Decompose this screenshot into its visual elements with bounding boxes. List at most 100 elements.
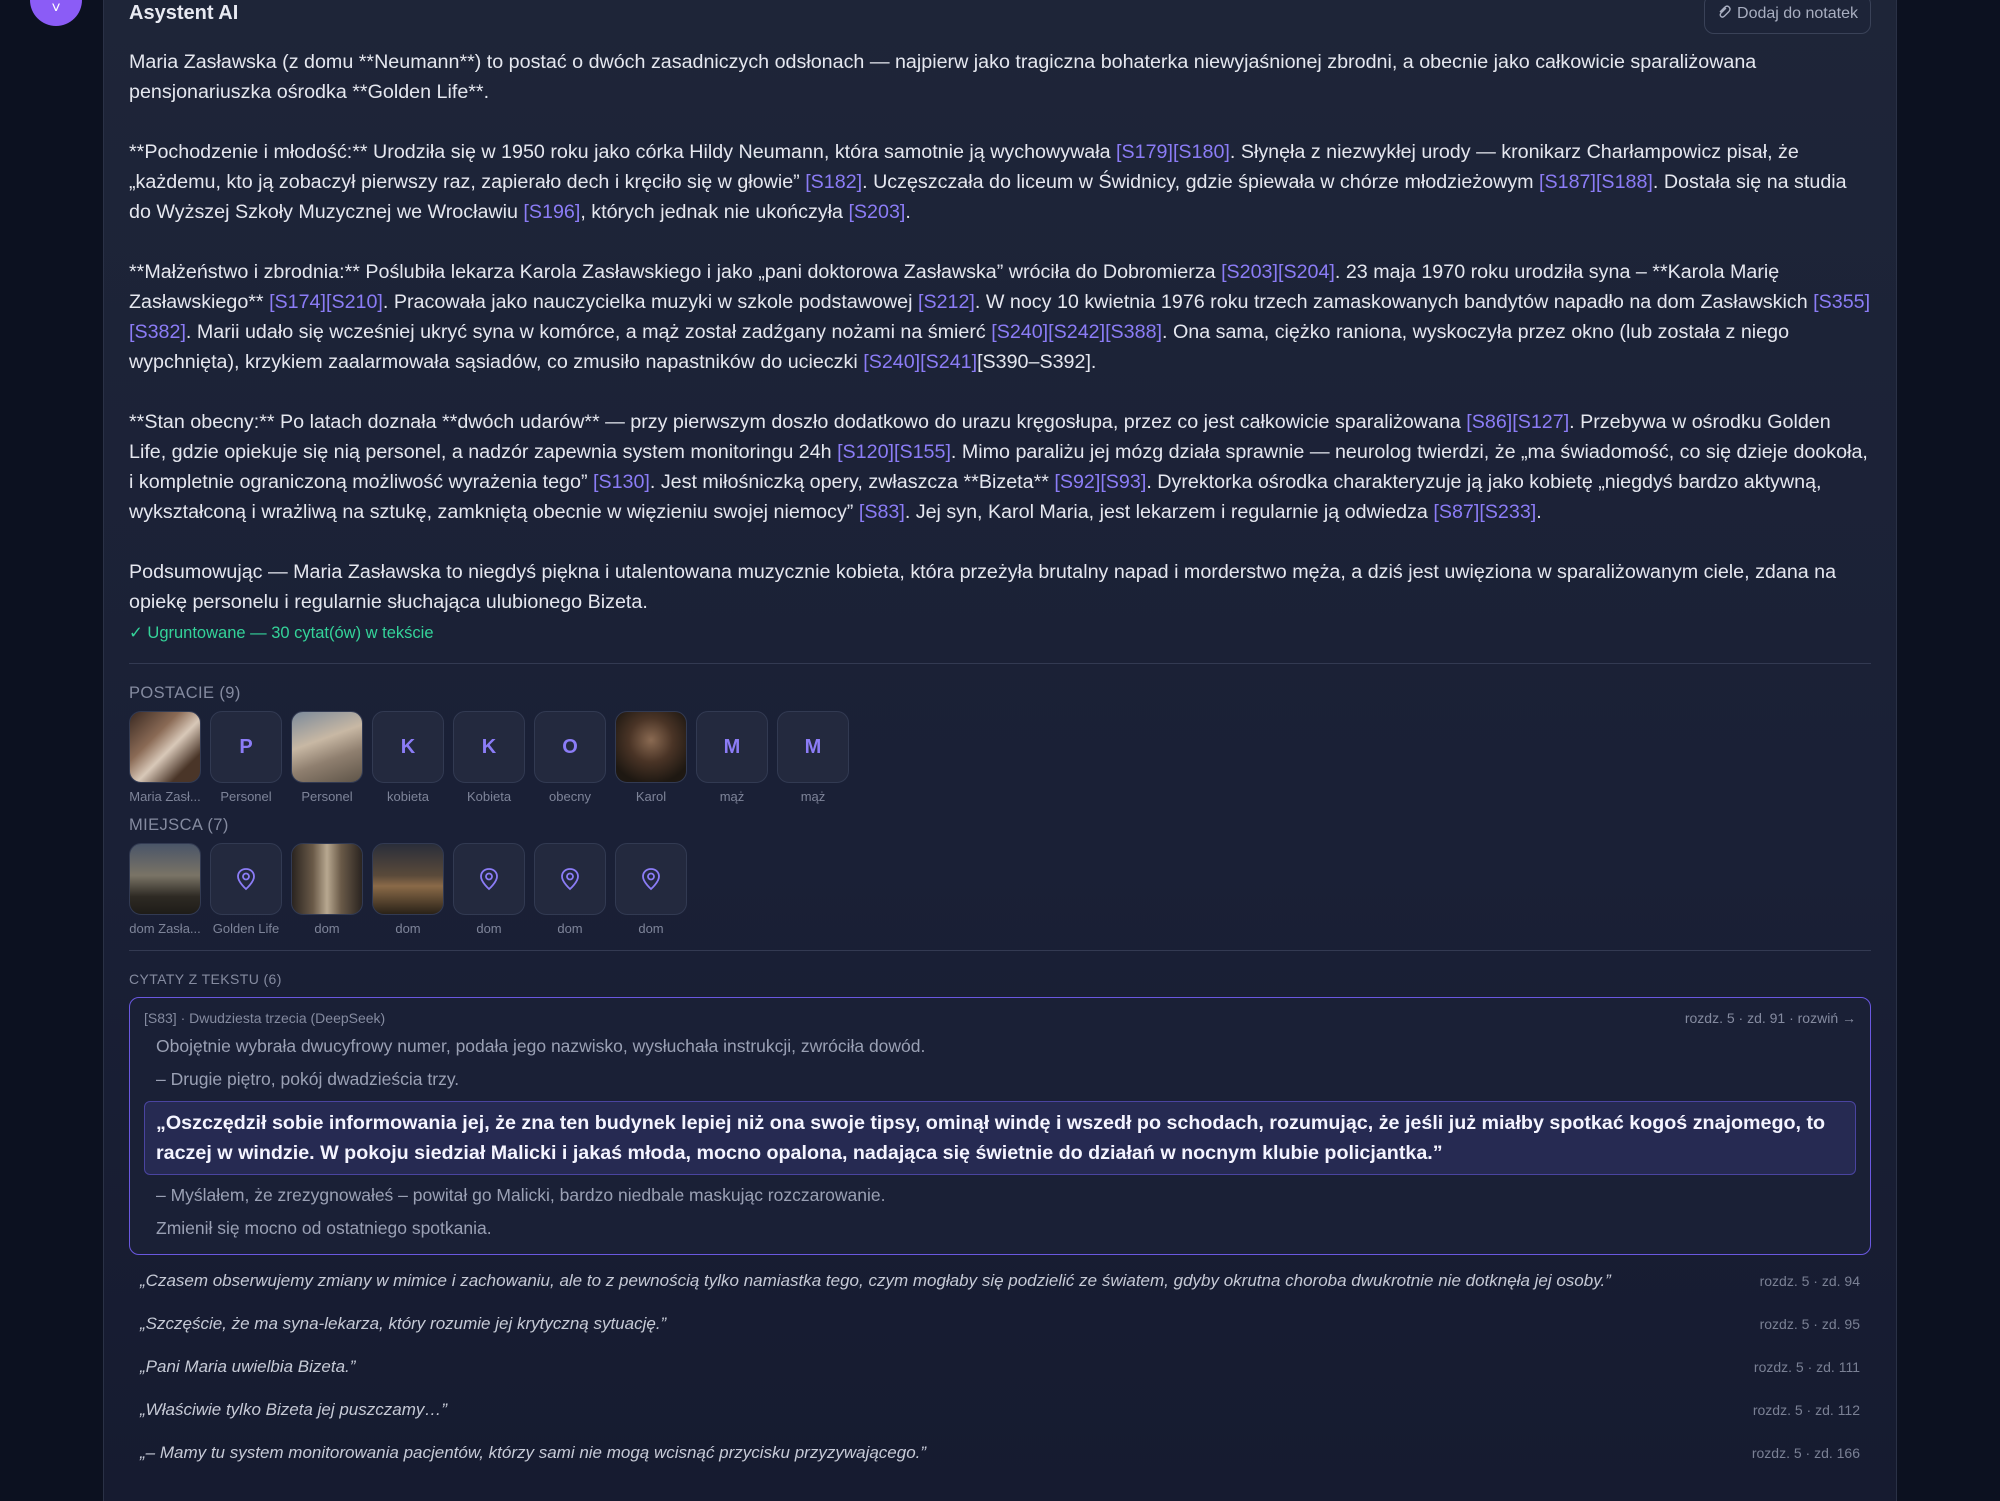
character-name: obecny — [549, 789, 591, 804]
citation-link[interactable]: [S130] — [593, 471, 650, 493]
character-tile[interactable]: Mmąż — [777, 711, 849, 804]
quote-location: rozdz. 5 · zd. 166 — [1751, 1445, 1860, 1461]
citation-link[interactable]: [S212] — [918, 291, 975, 313]
character-initial: O — [534, 711, 606, 783]
answer-text: . Jest miłośniczką opery, zwłaszcza **Bi… — [649, 471, 1055, 493]
character-name: kobieta — [387, 789, 429, 804]
citation-link[interactable]: [S83] — [859, 501, 905, 523]
place-tile[interactable]: dom Zasła... — [129, 843, 201, 936]
chevron-down-icon: ˅ — [51, 0, 61, 17]
place-name: dom — [638, 921, 664, 936]
answer-text: . Uczęszczała do liceum w Świdnicy, gdzi… — [862, 171, 1540, 193]
character-name: Personel — [301, 789, 353, 804]
character-initial: K — [453, 711, 525, 783]
answer-text: , których jednak nie ukończyła — [580, 201, 849, 223]
character-tile[interactable]: K Kobieta — [453, 711, 525, 804]
citation-link[interactable]: [S240][S242][S388] — [991, 321, 1162, 343]
place-name: Golden Life — [212, 921, 280, 936]
answer-intro: Maria Zasławska (z domu **Neumann**) to … — [129, 51, 1757, 103]
expanded-quote[interactable]: [S83] · Dwudziesta trzecia (DeepSeek) ro… — [129, 997, 1871, 1255]
character-tile[interactable]: Mmąż — [696, 711, 768, 804]
quote-item[interactable]: „Właściwie tylko Bizeta jej puszczamy…” r… — [129, 1400, 1871, 1427]
quote-context-before: – Drugie piętro, pokój dwadzieścia trzy. — [156, 1069, 460, 1089]
quote-item[interactable]: „Szczęście, że ma syna-lekarza, który ro… — [129, 1314, 1871, 1341]
place-tile[interactable]: dom — [615, 843, 687, 936]
location-pin-icon — [534, 843, 606, 915]
place-tile[interactable]: Golden Life — [210, 843, 282, 936]
add-to-notes-label: Dodaj do notatek — [1737, 5, 1858, 22]
quote-text: „– Mamy tu system monitorowania pacjentó… — [140, 1443, 927, 1462]
character-name: mąż — [719, 789, 745, 804]
quote-list: „Czasem obserwujemy zmiany w mimice i za… — [129, 1271, 1871, 1470]
citation-link[interactable]: [S203][S204] — [1221, 261, 1335, 283]
quotes-label: CYTATY Z TEKSTU (6) — [129, 971, 282, 987]
place-photo — [291, 843, 363, 915]
divider — [129, 950, 1871, 951]
character-tile[interactable]: Maria Zasł... — [129, 711, 201, 804]
quote-item[interactable]: „Pani Maria uwielbia Bizeta.” rozdz. 5 · … — [129, 1357, 1871, 1384]
character-tile[interactable]: Kkobieta — [372, 711, 444, 804]
character-tile[interactable]: P Personel — [210, 711, 282, 804]
character-initial: K — [372, 711, 444, 783]
citation-link[interactable]: [S92][S93] — [1054, 471, 1146, 493]
paperclip-icon — [1717, 4, 1731, 25]
place-tile[interactable]: dom — [453, 843, 525, 936]
character-initial: P — [210, 711, 282, 783]
citation-link[interactable]: [S87][S233] — [1433, 501, 1536, 523]
citation-link[interactable]: [S203] — [848, 201, 905, 223]
quote-expand-link[interactable]: rozdz. 5 · zd. 91 · rozwiń → — [1685, 1010, 1856, 1026]
character-name: mąż — [800, 789, 826, 804]
citation-link[interactable]: [S179][S180] — [1116, 141, 1230, 163]
character-tile[interactable]: Karol — [615, 711, 687, 804]
assistant-avatar: ˅ — [30, 0, 82, 26]
answer-text: **Stan obecny:** Po latach doznała **dwó… — [129, 411, 1467, 433]
citation-link[interactable]: [S187][S188] — [1539, 171, 1653, 193]
answer-text: . W nocy 10 kwietnia 1976 roku trzech za… — [974, 291, 1814, 313]
character-name: Karol — [635, 789, 667, 804]
grounded-status: ✓ Ugruntowane — 30 cytat(ów) w tekście — [129, 624, 434, 642]
answer-summary: Podsumowując — Maria Zasławska to niegdy… — [129, 561, 1837, 613]
character-tile[interactable]: Personel — [291, 711, 363, 804]
answer-text: **Pochodzenie i młodość:** Urodziła się … — [129, 141, 1117, 163]
place-tile[interactable]: dom — [291, 843, 363, 936]
citation-link[interactable]: [S182] — [805, 171, 862, 193]
citation-link[interactable]: [S240][S241] — [863, 351, 977, 373]
places-label: MIEJSCA (7) — [129, 816, 229, 834]
quote-item[interactable]: „– Mamy tu system monitorowania pacjentó… — [129, 1443, 1871, 1470]
citation-link[interactable]: [S86][S127] — [1466, 411, 1569, 433]
answer-text: . — [1536, 501, 1542, 523]
quote-context-before: Obojętnie wybrała dwucyfrowy numer, poda… — [156, 1036, 926, 1056]
character-initial: M — [777, 711, 849, 783]
answer-text: . Marii udało się wcześniej ukryć syna w… — [185, 321, 992, 343]
answer-origin: **Pochodzenie i młodość:** Urodziła się … — [129, 137, 1871, 227]
place-tile[interactable]: dom — [372, 843, 444, 936]
divider — [129, 663, 1871, 664]
assistant-answer: Maria Zasławska (z domu **Neumann**) to … — [129, 47, 1871, 645]
characters-label: POSTACIE (9) — [129, 684, 241, 702]
quote-text: „Pani Maria uwielbia Bizeta.” — [140, 1357, 356, 1376]
character-tile[interactable]: Oobecny — [534, 711, 606, 804]
character-initial: M — [696, 711, 768, 783]
location-pin-icon — [615, 843, 687, 915]
places-list: dom Zasła... Golden Life dom dom dom dom dom — [129, 843, 1871, 936]
character-photo — [615, 711, 687, 783]
assistant-panel: Asystent AI Dodaj do notatek Maria Zasła… — [103, 0, 1897, 1501]
quote-location: rozdz. 5 · zd. 111 — [1753, 1359, 1860, 1375]
citation-link[interactable]: [S196] — [523, 201, 580, 223]
quote-text: „Czasem obserwujemy zmiany w mimice i za… — [140, 1271, 1611, 1290]
characters-list: Maria Zasł... P Personel Personel Kkobieta K K… — [129, 711, 1871, 804]
answer-current-state: **Stan obecny:** Po latach doznała **dwó… — [129, 407, 1871, 527]
character-name: Kobieta — [466, 789, 512, 804]
quote-location: rozdz. 5 · zd. 94 — [1759, 1273, 1860, 1289]
place-tile[interactable]: dom — [534, 843, 606, 936]
add-to-notes-button[interactable]: Dodaj do notatek — [1704, 0, 1871, 34]
citation-link[interactable]: [S174][S210] — [269, 291, 383, 313]
quote-item[interactable]: „Czasem obserwujemy zmiany w mimice i za… — [129, 1271, 1871, 1298]
location-pin-icon — [210, 843, 282, 915]
citation-link[interactable]: [S120][S155] — [837, 441, 951, 463]
answer-text: . — [905, 201, 911, 223]
quote-text: „Szczęście, że ma syna-lekarza, który ro… — [140, 1314, 667, 1333]
answer-text: **Małżeństwo i zbrodnia:** Poślubiła lek… — [129, 261, 1222, 283]
quote-location: rozdz. 5 · zd. 112 — [1752, 1402, 1860, 1418]
location-pin-icon — [453, 843, 525, 915]
